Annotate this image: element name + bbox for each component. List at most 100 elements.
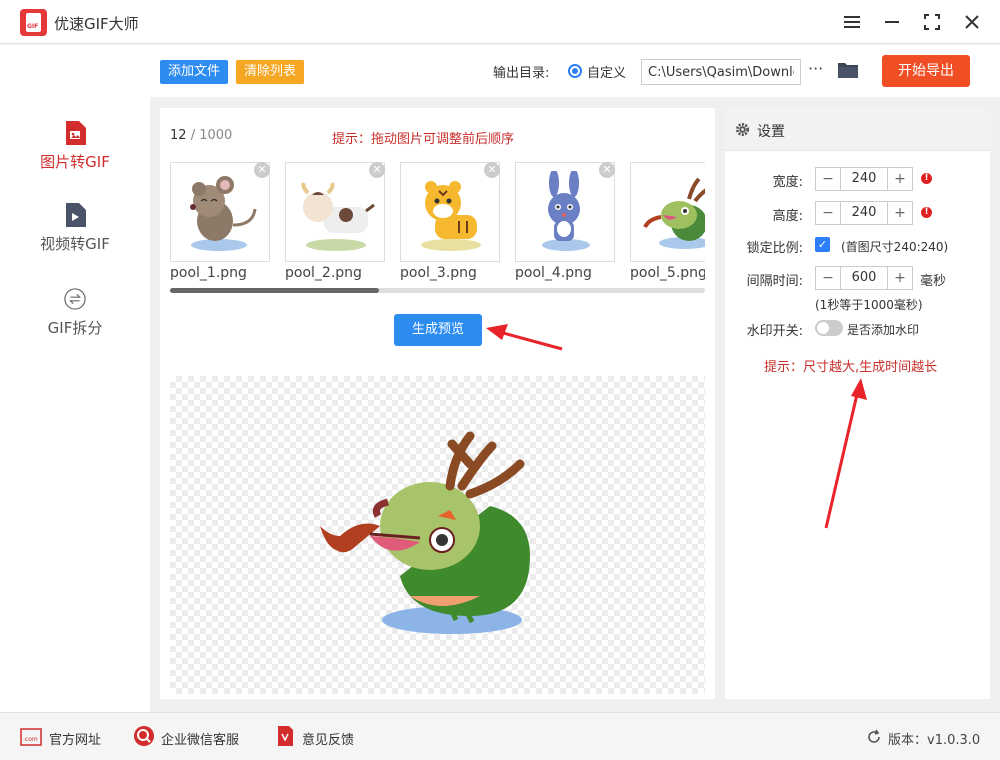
width-decrement-button[interactable]: − xyxy=(816,168,840,190)
height-decrement-button[interactable]: − xyxy=(816,202,840,224)
feedback-link[interactable]: 意见反馈 xyxy=(302,729,354,748)
rabbit-image xyxy=(542,171,590,251)
size-tip: 提示：尺寸越大,生成时间越长 xyxy=(764,360,938,375)
thumbnail-strip[interactable]: ✕ pool_1.png ✕ pool_2.png ✕ pool_3.png ✕… xyxy=(170,162,705,292)
thumbnail-item[interactable]: ✕ pool_2.png xyxy=(285,162,385,281)
wechat-service-link[interactable]: 企业微信客服 xyxy=(161,729,239,748)
drag-hint: 提示：拖动图片可调整前后顺序 xyxy=(332,132,515,147)
width-label: 宽度: xyxy=(772,175,803,190)
menu-icon[interactable] xyxy=(840,10,864,34)
title-bar: GIF 优速GIF大师 xyxy=(0,0,1000,44)
thumbnail-item[interactable]: ✕ pool_5.png xyxy=(630,162,705,281)
thumbnail-name: pool_4.png xyxy=(515,265,592,281)
close-icon[interactable] xyxy=(960,10,984,34)
main-panel: 12 / 1000 提示：拖动图片可调整前后顺序 ✕ pool_1.png ✕ … xyxy=(160,108,715,699)
thumbnail-image[interactable]: ✕ xyxy=(170,162,270,262)
sidebar-item-label: GIF拆分 xyxy=(47,319,103,337)
website-icon: .com xyxy=(20,728,42,746)
split-icon xyxy=(64,288,86,310)
width-increment-button[interactable]: + xyxy=(888,168,912,190)
folder-icon[interactable] xyxy=(838,62,858,78)
settings-panel: 设置 宽度: − 240 + ! 高度: − 240 + ! 锁定比例: ✓ (… xyxy=(725,108,990,699)
remove-thumbnail-icon[interactable]: ✕ xyxy=(484,162,500,178)
app-title: 优速GIF大师 xyxy=(54,15,139,33)
width-stepper[interactable]: − 240 + xyxy=(815,167,913,191)
output-dir-label: 输出目录: xyxy=(493,66,550,81)
remove-thumbnail-icon[interactable]: ✕ xyxy=(254,162,270,178)
minimize-icon[interactable] xyxy=(880,10,904,34)
sidebar-item-label: 图片转GIF xyxy=(40,153,110,171)
thumbnail-item[interactable]: ✕ pool_3.png xyxy=(400,162,500,281)
interval-stepper[interactable]: − 600 + xyxy=(815,266,913,290)
interval-unit: 毫秒 xyxy=(920,274,947,289)
version-label: 版本：v1.0.3.0 xyxy=(888,733,981,748)
interval-label: 间隔时间: xyxy=(746,274,803,289)
width-value[interactable]: 240 xyxy=(840,168,888,190)
watermark-toggle[interactable] xyxy=(815,320,843,336)
thumbnail-name: pool_2.png xyxy=(285,265,362,281)
settings-header: 设置 xyxy=(725,108,990,151)
maximize-icon[interactable] xyxy=(920,10,944,34)
svg-text:.com: .com xyxy=(23,736,38,743)
thumbnail-image[interactable]: ✕ xyxy=(400,162,500,262)
thumbnail-image[interactable]: ✕ xyxy=(515,162,615,262)
interval-value[interactable]: 600 xyxy=(840,267,888,289)
lock-ratio-checkbox[interactable]: ✓ xyxy=(815,237,830,252)
watermark-label: 水印开关: xyxy=(746,324,803,339)
height-label: 高度: xyxy=(772,209,803,224)
thumbnail-item[interactable]: ✕ pool_1.png xyxy=(170,162,270,281)
height-increment-button[interactable]: + xyxy=(888,202,912,224)
generate-preview-button[interactable]: 生成预览 xyxy=(394,314,482,346)
refresh-icon[interactable] xyxy=(866,729,882,745)
settings-title: 设置 xyxy=(757,124,785,140)
thumbnail-scrollbar[interactable] xyxy=(170,288,705,293)
image-counter: 12 / 1000 xyxy=(170,128,233,143)
add-file-button[interactable]: 添加文件 xyxy=(160,60,229,84)
mouse-image xyxy=(190,176,257,251)
warning-icon: ! xyxy=(921,173,932,184)
height-value[interactable]: 240 xyxy=(840,202,888,224)
custom-label: 自定义 xyxy=(587,66,627,81)
sidebar-item-gif-split[interactable]: GIF拆分 xyxy=(0,287,150,338)
tiger-image xyxy=(421,181,481,251)
clear-list-button[interactable]: 清除列表 xyxy=(236,60,305,84)
thumbnail-name: pool_5.png xyxy=(630,265,705,281)
more-icon[interactable]: ··· xyxy=(808,59,823,78)
gif-preview-area xyxy=(170,376,705,694)
gear-icon xyxy=(735,122,750,137)
remove-thumbnail-icon[interactable]: ✕ xyxy=(369,162,385,178)
interval-decrement-button[interactable]: − xyxy=(816,267,840,289)
ox-image xyxy=(301,182,375,251)
sidebar-item-image-to-gif[interactable]: 图片转GIF xyxy=(0,121,150,172)
app-logo-icon: GIF xyxy=(20,9,47,36)
thumbnail-name: pool_3.png xyxy=(400,265,477,281)
dragon-preview-image xyxy=(320,431,530,634)
sidebar-item-label: 视频转GIF xyxy=(40,235,110,253)
output-path-input[interactable] xyxy=(641,59,801,85)
interval-increment-button[interactable]: + xyxy=(888,267,912,289)
start-export-button[interactable]: 开始导出 xyxy=(882,55,970,87)
toolbar: 添加文件 清除列表 输出目录: 自定义 ··· 开始导出 xyxy=(150,45,1000,97)
custom-radio[interactable] xyxy=(568,64,582,78)
lock-ratio-note: (首图尺寸240:240) xyxy=(841,240,949,254)
lock-ratio-label: 锁定比例: xyxy=(746,241,803,256)
warning-icon: ! xyxy=(921,207,932,218)
wechat-service-icon xyxy=(134,726,154,746)
thumbnail-image[interactable]: ✕ xyxy=(285,162,385,262)
image-file-icon xyxy=(66,121,86,145)
remove-thumbnail-icon[interactable]: ✕ xyxy=(599,162,615,178)
sidebar: 图片转GIF 视频转GIF GIF拆分 xyxy=(0,45,150,712)
interval-note: (1秒等于1000毫秒) xyxy=(815,298,923,312)
video-file-icon xyxy=(66,203,86,227)
dragon-image xyxy=(643,177,705,249)
footer-bar: .com 官方网址 企业微信客服 意见反馈 版本：v1.0.3.0 xyxy=(0,712,1000,760)
thumbnail-item[interactable]: ✕ pool_4.png xyxy=(515,162,615,281)
feedback-icon xyxy=(278,726,293,746)
sidebar-item-video-to-gif[interactable]: 视频转GIF xyxy=(0,203,150,254)
watermark-note: 是否添加水印 xyxy=(847,323,920,337)
thumbnail-image[interactable]: ✕ xyxy=(630,162,705,262)
height-stepper[interactable]: − 240 + xyxy=(815,201,913,225)
official-website-link[interactable]: 官方网址 xyxy=(49,729,101,748)
scrollbar-thumb[interactable] xyxy=(170,288,379,293)
thumbnail-name: pool_1.png xyxy=(170,265,247,281)
